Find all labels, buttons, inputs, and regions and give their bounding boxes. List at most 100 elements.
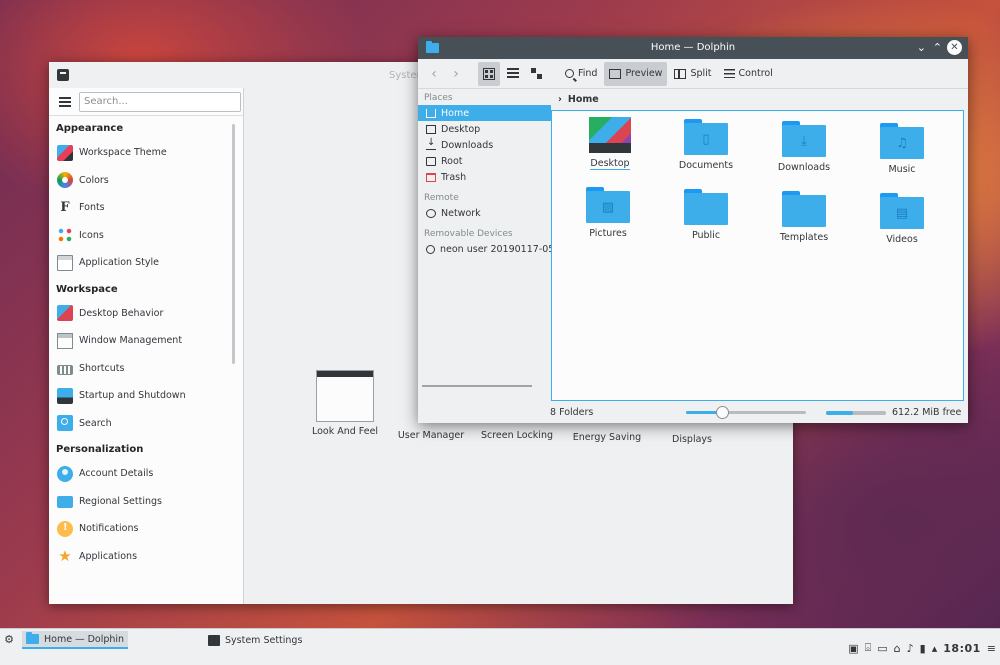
clipboard-icon[interactable]: ▣ (848, 642, 858, 655)
places-item-downloads[interactable]: Downloads (418, 137, 551, 153)
file-item-label: Videos (886, 234, 918, 245)
places-item-trash[interactable]: Trash (418, 169, 551, 185)
sidebar-item-label: Icons (79, 229, 104, 241)
disk-space-bar (826, 411, 886, 415)
sidebar-item-colors[interactable]: Colors (49, 167, 243, 195)
settings-app-icon (208, 634, 220, 646)
sidebar-item-fonts[interactable]: F Fonts (49, 194, 243, 222)
file-item-label: Templates (779, 232, 829, 243)
file-view[interactable]: Desktop ▯ Documents ⤓ Downloads ♫ Music … (551, 110, 964, 401)
public-folder-icon (684, 189, 728, 225)
dolphin-window: Home — Dolphin ⌄ ⌃ ✕ ‹ › Find Preview Sp… (418, 37, 968, 423)
breadcrumb[interactable]: › Home (556, 89, 968, 109)
expand-tray-icon[interactable]: ▴ (932, 642, 938, 655)
taskbar: ⚙ Home — Dolphin System Settings ▣ ⌺ ▭ ⌂… (0, 628, 1000, 665)
volume-icon[interactable]: ♪ (907, 642, 914, 655)
pictures-folder-icon: ▨ (586, 187, 630, 223)
sidebar-item-application-style[interactable]: Application Style (49, 249, 243, 277)
application-launcher-icon[interactable]: ⚙ (2, 633, 16, 647)
disk-space-fill (826, 411, 853, 415)
places-item-label: Network (441, 207, 481, 219)
places-item-root[interactable]: Root (418, 153, 551, 169)
free-space-text: 612.2 MiB free (892, 407, 962, 418)
file-item-desktop[interactable]: Desktop (570, 117, 650, 170)
task-system-settings[interactable]: System Settings (204, 631, 306, 649)
hamburger-menu-icon[interactable] (59, 96, 71, 107)
sidebar-scrollbar[interactable] (232, 124, 235, 364)
settings-search-input[interactable] (79, 91, 241, 112)
clock[interactable]: 18:01 (943, 642, 981, 655)
sidebar-item-label: Desktop Behavior (79, 307, 164, 319)
chevron-right-icon: › (558, 93, 562, 105)
display-icon[interactable]: ▭ (877, 642, 887, 655)
find-button[interactable]: Find (560, 62, 602, 86)
sidebar-item-startup-shutdown[interactable]: Startup and Shutdown (49, 382, 243, 410)
sidebar-item-search[interactable]: Search (49, 410, 243, 438)
sidebar-item-workspace-theme[interactable]: Workspace Theme (49, 139, 243, 167)
file-item-label: Public (691, 230, 721, 241)
back-button[interactable]: ‹ (424, 62, 444, 86)
sidebar-item-icons[interactable]: Icons (49, 222, 243, 250)
places-item-desktop[interactable]: Desktop (418, 121, 551, 137)
icons-icon (57, 227, 73, 244)
colors-icon (57, 172, 73, 189)
icons-view-button[interactable] (478, 61, 500, 86)
network-tray-icon[interactable]: ⌂ (894, 642, 901, 655)
places-item-label: neon user 20190117-05:4 (440, 243, 551, 255)
category-header-personalization: Personalization (56, 444, 144, 455)
panel-menu-icon[interactable]: ≡ (987, 642, 996, 655)
file-item-public[interactable]: Public (666, 189, 746, 241)
places-item-network[interactable]: Network (418, 205, 551, 221)
sidebar-item-notifications[interactable]: Notifications (49, 515, 243, 543)
tile-displays[interactable]: Displays (657, 434, 727, 445)
file-item-label: Pictures (589, 228, 627, 239)
file-item-documents[interactable]: ▯ Documents (666, 119, 746, 171)
sidebar-item-account-details[interactable]: Account Details (49, 460, 243, 488)
sidebar-item-applications[interactable]: ★ Applications (49, 543, 243, 571)
look-and-feel-icon (316, 370, 374, 422)
control-menu-button[interactable]: Control (719, 62, 778, 86)
forward-button[interactable]: › (446, 62, 466, 86)
home-icon (426, 108, 436, 118)
regional-settings-icon (57, 496, 73, 509)
minimize-icon[interactable]: ⌄ (917, 41, 926, 54)
details-view-button[interactable] (526, 62, 548, 86)
file-item-pictures[interactable]: ▨ Pictures (568, 187, 648, 239)
file-item-downloads[interactable]: ⤓ Downloads (764, 121, 844, 173)
device-notifier-icon[interactable]: ⌺ (865, 641, 872, 655)
preview-button[interactable]: Preview (604, 61, 668, 86)
documents-folder-icon: ▯ (684, 119, 728, 155)
sidebar-item-regional-settings[interactable]: Regional Settings (49, 488, 243, 516)
root-folder-icon (426, 156, 436, 166)
notifications-icon (57, 520, 73, 537)
sidebar-item-window-management[interactable]: Window Management (49, 327, 243, 355)
tile-energy-saving[interactable]: Energy Saving (565, 432, 649, 443)
search-icon (565, 69, 574, 78)
file-item-templates[interactable]: Templates (764, 191, 844, 243)
dolphin-titlebar[interactable]: Home — Dolphin ⌄ ⌃ ✕ (418, 37, 968, 59)
desktop-thumbnail-icon (589, 117, 631, 153)
compact-view-button[interactable] (502, 62, 524, 86)
sidebar-item-desktop-behavior[interactable]: Desktop Behavior (49, 300, 243, 328)
zoom-slider[interactable] (686, 406, 806, 419)
breadcrumb-home[interactable]: Home (568, 94, 599, 105)
sidebar-item-label: Startup and Shutdown (79, 390, 186, 402)
tile-look-and-feel[interactable]: Look And Feel (307, 370, 383, 437)
file-item-videos[interactable]: ▤ Videos (862, 193, 942, 245)
drive-icon (426, 244, 435, 254)
battery-icon[interactable]: ▮ (920, 642, 926, 655)
user-account-icon (57, 465, 73, 482)
tile-user-manager[interactable]: User Manager (393, 430, 469, 441)
zoom-slider-handle[interactable] (716, 406, 729, 419)
task-dolphin[interactable]: Home — Dolphin (22, 631, 129, 649)
places-scrollbar[interactable] (422, 385, 532, 387)
places-item-home[interactable]: Home (418, 105, 551, 121)
places-item-removable-drive[interactable]: neon user 20190117-05:4 (418, 241, 551, 257)
close-icon[interactable]: ✕ (947, 40, 962, 55)
split-button[interactable]: Split (669, 62, 716, 86)
sidebar-item-shortcuts[interactable]: Shortcuts (49, 355, 243, 383)
file-item-music[interactable]: ♫ Music (862, 123, 942, 175)
maximize-icon[interactable]: ⌃ (933, 41, 942, 54)
task-label: System Settings (225, 634, 303, 646)
tile-screen-locking[interactable]: Screen Locking (477, 430, 557, 441)
